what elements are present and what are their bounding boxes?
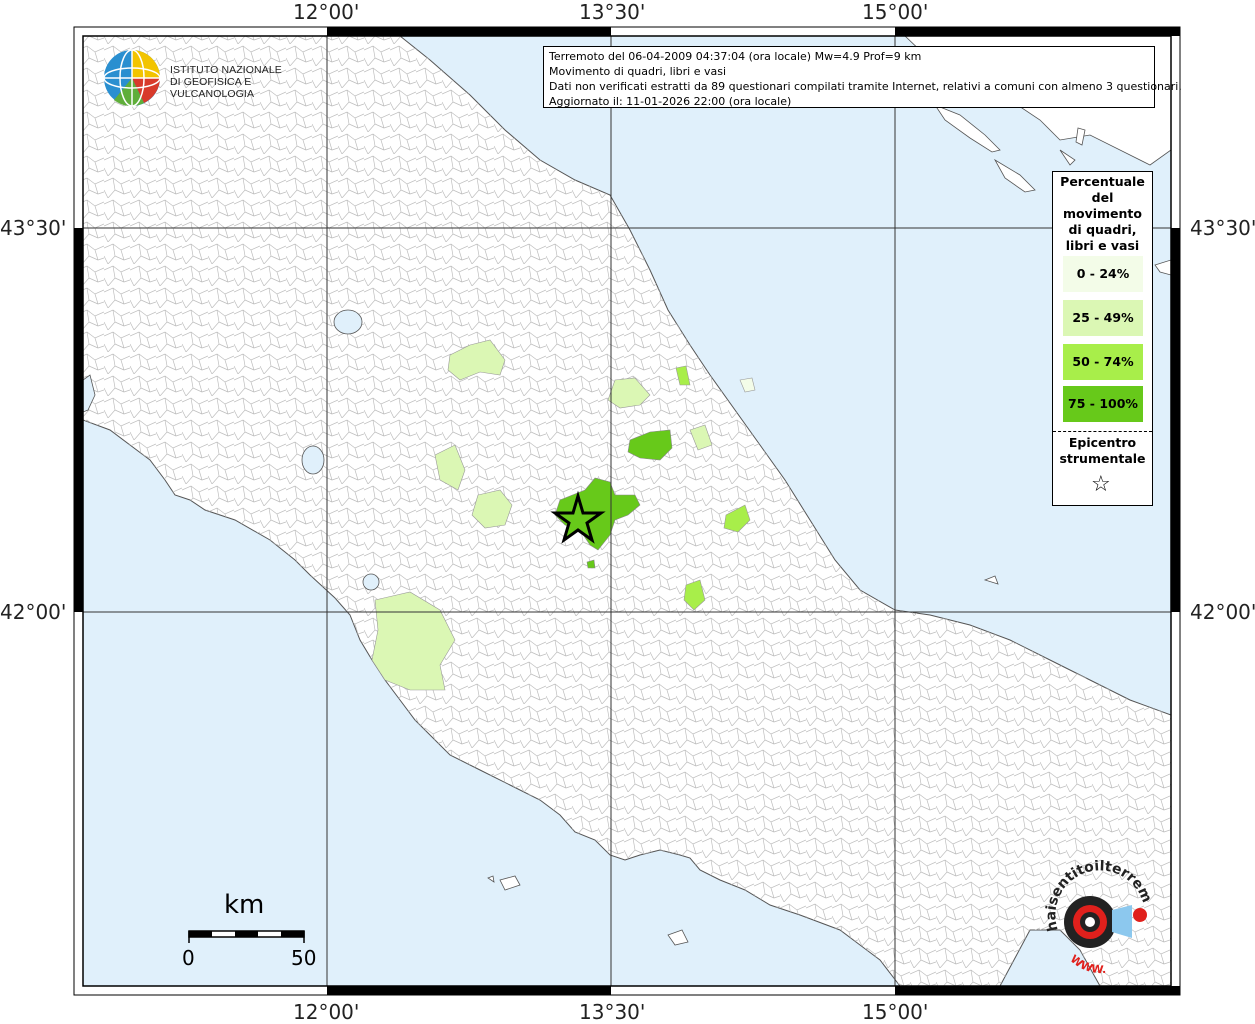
info-updated-line: Aggiornato il: 11-01-2026 22:00 (ora loc… (549, 95, 792, 108)
legend-class-25-49: 25 - 49% (1063, 300, 1143, 336)
legend-title-line: movimento (1062, 206, 1142, 221)
legend-epicenter-label: Epicentro strumentale (1053, 435, 1152, 467)
info-parameter-line: Movimento di quadri, libri e vasi (549, 65, 727, 78)
legend-class-50-74: 50 - 74% (1063, 344, 1143, 380)
lon-label-top-2: 13°30' (579, 0, 646, 24)
info-data-note-line: Dati non verificati estratti da 89 quest… (549, 80, 1182, 93)
scale-min-label: 0 (182, 946, 195, 970)
lat-label-left-1: 43°30' (0, 216, 67, 240)
legend: Percentuale del movimento di quadri, lib… (1052, 171, 1153, 506)
legend-title-line: del (1091, 190, 1114, 205)
epicenter-star-icon: ☆ (1091, 472, 1111, 497)
lon-label-top-3: 15°00' (862, 0, 929, 24)
haisentito-logo-graphic: haisentitoilterremoto.it WWW. (1035, 848, 1154, 976)
lon-label-top-1: 12°00' (293, 0, 360, 24)
ingv-logo: ISTITUTO NAZIONALE DI GEOFISICA E VULCAN… (102, 48, 312, 108)
haisentito-logo: haisentitoilterremoto.it WWW. (1035, 848, 1160, 980)
lat-label-right-2: 42°00' (1190, 600, 1255, 624)
scale-unit: km (224, 890, 265, 920)
ingv-logo-text: ISTITUTO NAZIONALE DI GEOFISICA E VULCAN… (170, 64, 312, 100)
logo-line-1: ISTITUTO NAZIONALE (170, 64, 282, 76)
legend-title-line: libri e vasi (1065, 238, 1140, 253)
legend-epicenter-line-2: strumentale (1059, 451, 1146, 466)
scale-bar-graphic (188, 930, 305, 943)
lake-bracciano (362, 573, 380, 591)
lon-label-bottom-3: 15°00' (862, 1000, 929, 1024)
scale-max-label: 50 (291, 946, 317, 970)
lon-label-bottom-1: 12°00' (293, 1000, 360, 1024)
legend-class-75-100: 75 - 100% (1063, 386, 1143, 422)
logo-line-2: DI GEOFISICA E VULCANOLOGIA (170, 76, 255, 100)
legend-title: Percentuale del movimento di quadri, lib… (1053, 172, 1152, 254)
info-event-line: Terremoto del 06-04-2009 04:37:04 (ora l… (549, 50, 922, 63)
lat-label-right-1: 43°30' (1190, 216, 1255, 240)
ingv-globe-icon (103, 49, 161, 107)
legend-epicenter-line-1: Epicentro (1068, 435, 1137, 450)
legend-title-line: di quadri, (1068, 222, 1137, 237)
earthquake-info-box: Terremoto del 06-04-2009 04:37:04 (ora l… (543, 46, 1182, 108)
lon-label-bottom-2: 13°30' (579, 1000, 646, 1024)
legend-title-line: Percentuale (1060, 174, 1145, 189)
svg-text:WWW.: WWW. (1068, 952, 1107, 976)
lake-bolsena (301, 445, 325, 475)
haisentito-url-text: WWW. (1068, 952, 1107, 976)
lat-label-left-2: 42°00' (0, 600, 67, 624)
legend-divider (1053, 431, 1152, 432)
lake-trasimeno (333, 309, 363, 335)
scale-bar: km 0 50 (180, 890, 320, 970)
legend-class-0-24: 0 - 24% (1063, 256, 1143, 292)
